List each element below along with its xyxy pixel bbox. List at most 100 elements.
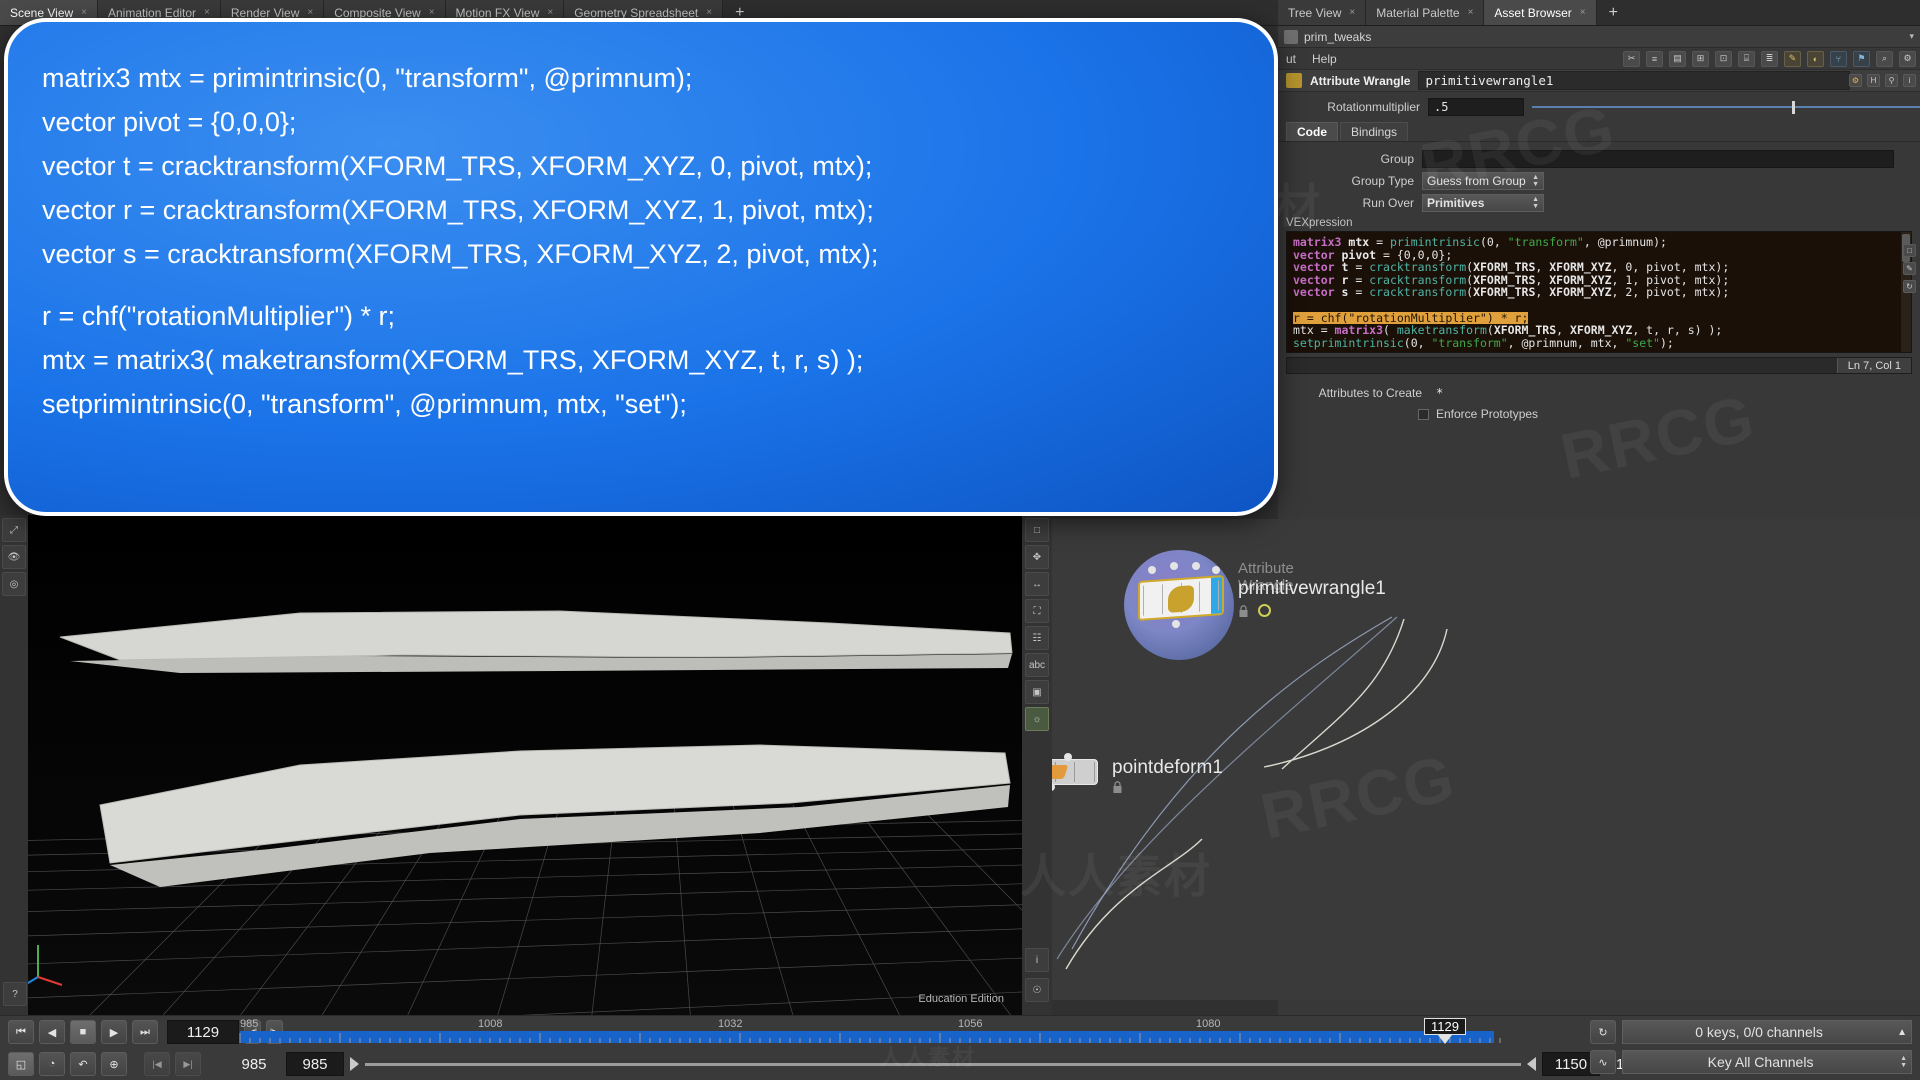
info-icon[interactable]: i — [1025, 948, 1049, 972]
tab-material-palette[interactable]: Material Palette × — [1366, 0, 1485, 25]
tag-icon[interactable]: ⚑ — [1853, 50, 1870, 67]
node-input-2[interactable] — [1192, 562, 1200, 570]
node-input-3[interactable] — [1212, 566, 1220, 574]
display-flag-icon[interactable] — [1258, 604, 1271, 617]
select-tool-icon[interactable]: ⤢ — [2, 518, 26, 542]
enforce-prototypes-checkbox[interactable] — [1418, 408, 1429, 420]
scissors-icon[interactable]: ✂ — [1623, 50, 1640, 67]
snap-tool-icon[interactable]: ◎ — [2, 572, 26, 596]
audio-button[interactable]: ◔ — [39, 1052, 65, 1076]
play-button[interactable]: ▶ — [101, 1020, 127, 1044]
network-editor[interactable]: split_floors — [1052, 519, 1920, 1000]
tab-tree-view[interactable]: Tree View × — [1278, 0, 1367, 25]
close-icon[interactable]: × — [1580, 7, 1586, 18]
range-start-field-2[interactable]: 985 — [286, 1052, 344, 1076]
close-icon[interactable]: × — [429, 7, 435, 18]
playback-mode-button[interactable]: ↶ — [70, 1052, 96, 1076]
align-icon[interactable]: ≣ — [1761, 50, 1778, 67]
snapshot-icon[interactable]: ▣ — [1025, 680, 1049, 704]
menu-item-help[interactable]: Help — [1312, 52, 1337, 66]
close-icon[interactable]: × — [547, 7, 553, 18]
node-output-0[interactable] — [1172, 620, 1180, 628]
next-key-button[interactable]: ▶| — [175, 1052, 201, 1076]
range-slider-track[interactable] — [365, 1062, 1521, 1066]
panel-icon[interactable]: ▤ — [1669, 50, 1686, 67]
fit-icon[interactable]: ⛶ — [1025, 599, 1049, 623]
tab-bindings[interactable]: Bindings — [1340, 122, 1409, 141]
attributes-to-create-input[interactable]: * — [1430, 384, 1894, 402]
tab-add-tab-button[interactable]: + — [1596, 0, 1630, 25]
close-icon[interactable]: × — [204, 7, 210, 18]
group-input[interactable] — [1422, 150, 1894, 168]
lock-icon[interactable] — [1112, 781, 1123, 793]
paint-icon[interactable]: ✎ — [1784, 50, 1801, 67]
tree-icon[interactable]: ⑂ — [1830, 50, 1847, 67]
move-icon[interactable]: ✥ — [1025, 545, 1049, 569]
layout-icon[interactable]: ⌸ — [1738, 50, 1755, 67]
close-icon[interactable]: × — [1349, 7, 1355, 18]
color-icon[interactable]: ◐ — [1807, 50, 1824, 67]
vexpression-code[interactable]: matrix3 mtx = primintrinsic(0, "transfor… — [1287, 232, 1911, 352]
scene-viewport[interactable]: ⤢ 👁 ◎ ? □ ✥ ↔ ⛶ ☷ abc ▣ ☼ i ☉ Education … — [0, 515, 1052, 1015]
close-icon[interactable]: × — [81, 7, 87, 18]
edit-expression-icon[interactable]: ✎ — [1903, 262, 1916, 275]
jump-to-start-button[interactable]: ⏮ — [8, 1020, 34, 1044]
grid2-icon[interactable]: ⊡ — [1715, 50, 1732, 67]
stop-button[interactable]: ■ — [70, 1020, 96, 1044]
close-icon[interactable]: × — [1468, 7, 1474, 18]
group-type-select[interactable]: Guess from Group ▲ ▼ — [1422, 172, 1544, 190]
network-path-bar[interactable]: prim_tweaks ▾ — [1278, 26, 1920, 48]
range-end-handle[interactable] — [1527, 1057, 1536, 1071]
help-icon[interactable]: ? — [3, 982, 27, 1006]
playhead[interactable]: 1129 — [1424, 1018, 1466, 1044]
chevron-down-icon[interactable]: ▾ — [1909, 31, 1920, 42]
tab-code[interactable]: Code — [1286, 122, 1338, 141]
viewport-left-toolbar[interactable]: ⤢ 👁 ◎ ? — [0, 515, 28, 1015]
prev-key-button[interactable]: |◀ — [144, 1052, 170, 1076]
jump-to-end-button[interactable]: ⏭ — [132, 1020, 158, 1044]
range-start-handle[interactable] — [350, 1057, 359, 1071]
measure-icon[interactable]: ☷ — [1025, 626, 1049, 650]
tab-asset-browser[interactable]: Asset Browser × — [1484, 0, 1597, 25]
text-icon[interactable]: abc — [1025, 653, 1049, 677]
refresh-keys-icon[interactable]: ↻ — [1590, 1020, 1616, 1044]
rotation-multiplier-slider[interactable] — [1532, 100, 1920, 114]
node-pointdeform1[interactable]: pointdeform1 — [1052, 753, 1223, 793]
keys-status-button[interactable]: 0 keys, 0/0 channels ▲ — [1622, 1020, 1912, 1044]
step-back-button[interactable]: ◀ — [39, 1020, 65, 1044]
frame-ruler[interactable]: 98510081032105610801104 1129 — [228, 1018, 1674, 1048]
key-mode-select[interactable]: Key All Channels ▲ ▼ — [1622, 1050, 1912, 1074]
select-icon[interactable]: □ — [1025, 518, 1049, 542]
enforce-prototypes-row[interactable]: Enforce Prototypes — [1278, 404, 1920, 424]
search-icon[interactable]: ⌕ — [1876, 50, 1893, 67]
node-input-2[interactable] — [1064, 753, 1072, 761]
view-tool-icon[interactable]: 👁 — [2, 545, 26, 569]
auto-key-button[interactable]: ◱ — [8, 1052, 34, 1076]
search-icon[interactable]: ⚲ — [1885, 74, 1898, 87]
list-icon[interactable]: ≡ — [1646, 50, 1663, 67]
node-input-0[interactable] — [1148, 566, 1156, 574]
gear-icon[interactable]: ⚙ — [1849, 74, 1862, 87]
scale-icon[interactable]: ↔ — [1025, 572, 1049, 596]
run-over-select[interactable]: Primitives ▲ ▼ — [1422, 194, 1544, 212]
close-icon[interactable]: × — [706, 7, 712, 18]
reload-icon[interactable]: ↻ — [1903, 280, 1916, 293]
gear-icon[interactable]: ⚙ — [1899, 50, 1916, 67]
channel-graph-icon[interactable]: ∿ — [1590, 1050, 1616, 1074]
viewport-right-toolbar[interactable]: □ ✥ ↔ ⛶ ☷ abc ▣ ☼ i ☉ — [1022, 515, 1052, 1015]
rotation-multiplier-input[interactable]: .5 — [1428, 98, 1524, 116]
lock-icon[interactable] — [1238, 604, 1249, 617]
axis-icon[interactable]: ☉ — [1025, 978, 1049, 1002]
node-input-1[interactable] — [1170, 562, 1178, 570]
close-icon[interactable]: × — [307, 7, 313, 18]
expand-editor-icon[interactable]: □ — [1903, 244, 1916, 257]
node-box[interactable] — [1138, 574, 1224, 622]
grid-icon[interactable]: ⊞ — [1692, 50, 1709, 67]
vexpression-editor[interactable]: matrix3 mtx = primintrinsic(0, "transfor… — [1286, 231, 1912, 353]
light-icon[interactable]: ☼ — [1025, 707, 1049, 731]
node-box[interactable] — [1052, 759, 1098, 785]
menu-item-ut[interactable]: ut — [1286, 52, 1296, 66]
info-icon[interactable]: i — [1903, 74, 1916, 87]
node-name-field[interactable]: primitivewrangle1 — [1418, 71, 1850, 90]
time-button[interactable]: ⊕ — [101, 1052, 127, 1076]
